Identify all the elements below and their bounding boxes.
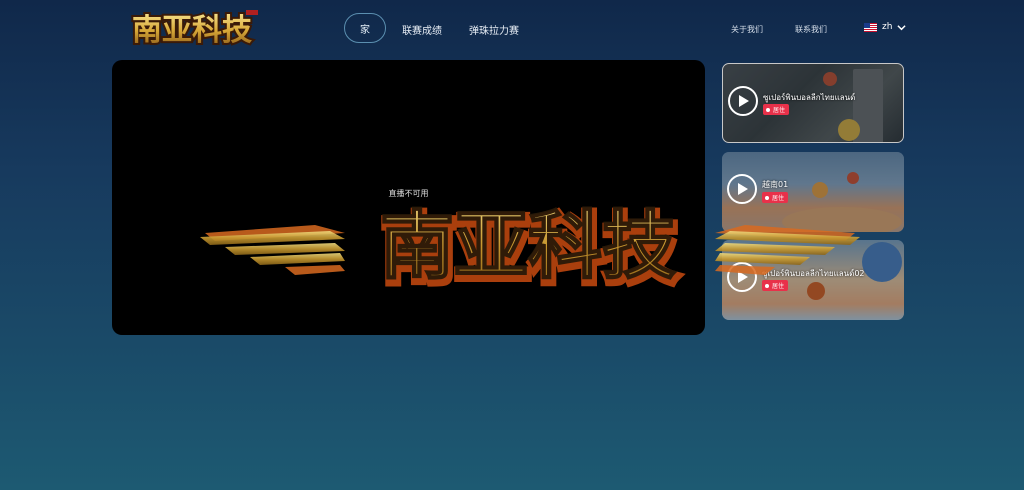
- svg-text:南亚科技: 南亚科技: [132, 13, 252, 48]
- stream-card[interactable]: ซูเปอร์พินบอลลีกไทยแลนด์ 居住: [722, 63, 904, 143]
- main-video-player[interactable]: 直播不可用: [112, 60, 705, 335]
- nav-marble-rally[interactable]: 弹珠拉力赛: [469, 22, 519, 37]
- live-dot-icon: [765, 195, 769, 200]
- live-badge: 居住: [762, 192, 789, 203]
- site-logo[interactable]: 南亚科技 南亚科技: [128, 4, 264, 54]
- chevron-down-icon: [897, 24, 907, 30]
- stream-title: 越南01: [762, 180, 789, 189]
- live-badge-label: 居住: [772, 195, 785, 202]
- play-icon[interactable]: [728, 86, 758, 116]
- language-code: zh: [882, 22, 893, 32]
- us-flag-icon: [864, 22, 877, 32]
- stream-title: ซูเปอร์พินบอลลีกไทยแลนด์02: [762, 269, 865, 278]
- about-us-link[interactable]: 关于我们: [731, 24, 763, 35]
- live-dot-icon: [765, 283, 769, 288]
- nav-league-results[interactable]: 联赛成绩: [402, 22, 442, 37]
- nav-home[interactable]: 家: [344, 13, 386, 43]
- live-badge-label: 居住: [773, 107, 786, 114]
- stream-card[interactable]: 越南01 居住: [722, 152, 904, 232]
- language-selector[interactable]: zh: [864, 22, 907, 32]
- live-badge: 居住: [762, 280, 789, 291]
- stream-title: ซูเปอร์พินบอลลีกไทยแลนด์: [763, 93, 856, 102]
- live-badge-label: 居住: [772, 283, 785, 290]
- live-dot-icon: [766, 107, 770, 112]
- play-icon[interactable]: [727, 174, 757, 204]
- contact-us-link[interactable]: 联系我们: [795, 24, 827, 35]
- play-icon[interactable]: [727, 262, 757, 292]
- stream-card[interactable]: ซูเปอร์พินบอลลีกไทยแลนด์02 居住: [722, 240, 904, 320]
- stream-unavailable-message: 直播不可用: [388, 189, 429, 198]
- live-badge: 居住: [763, 104, 790, 115]
- logo-graphic: 南亚科技 南亚科技: [130, 10, 258, 50]
